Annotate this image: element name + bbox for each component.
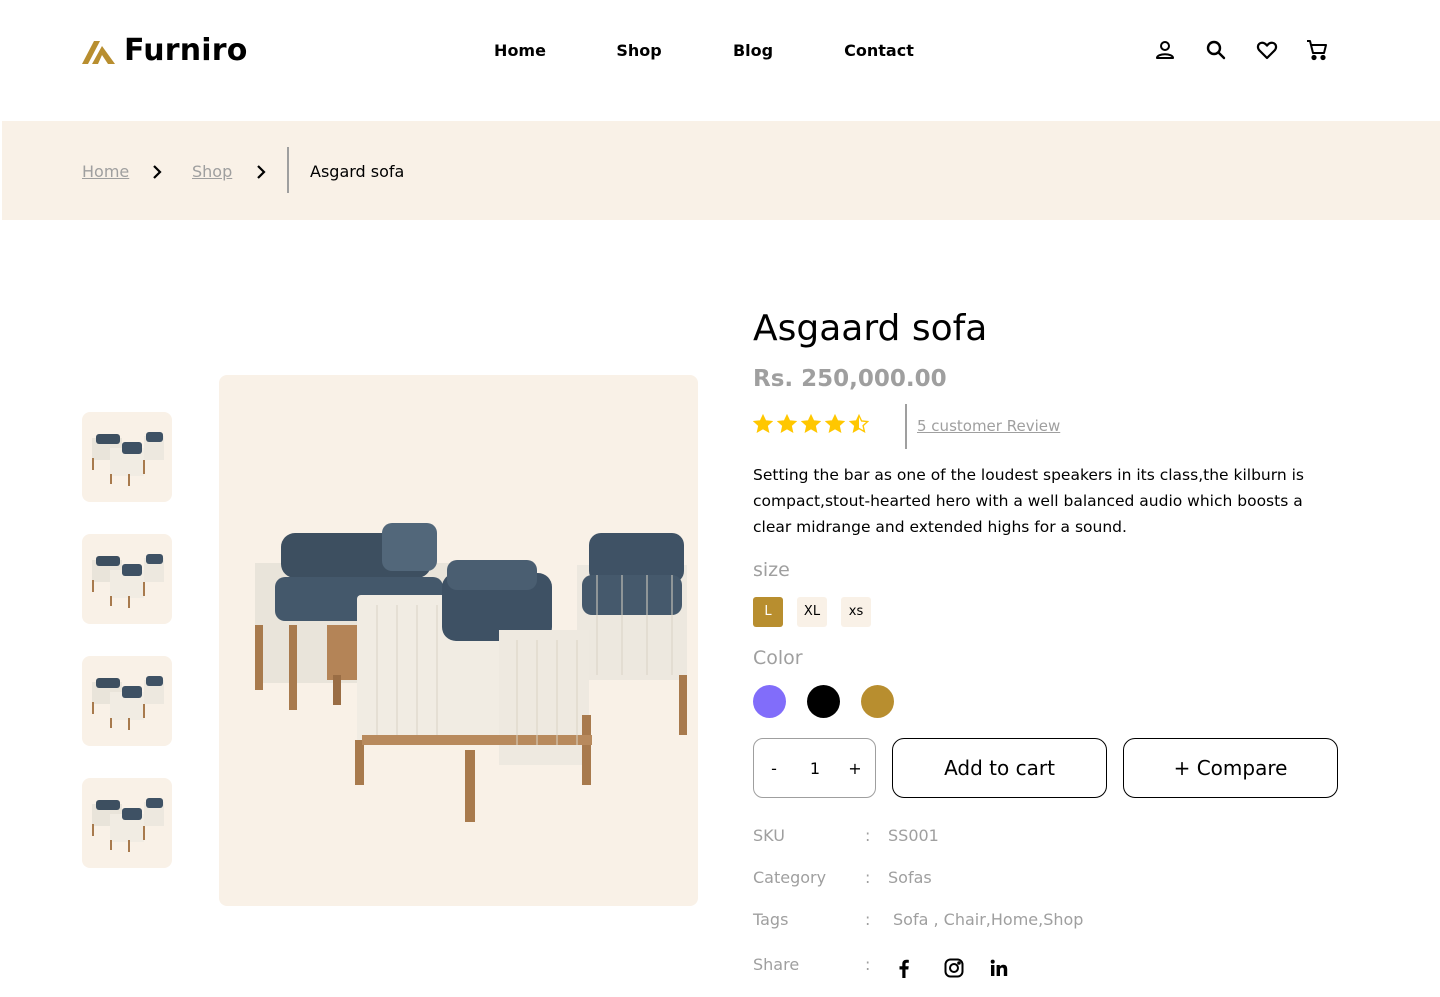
meta-tags-value: Sofa , Chair,Home,Shop: [893, 910, 1084, 929]
star-full-icon: [801, 414, 821, 433]
linkedin-icon[interactable]: [988, 957, 1010, 979]
search-icon[interactable]: [1204, 38, 1228, 62]
cart-icon[interactable]: [1305, 38, 1329, 62]
star-full-icon: [753, 414, 773, 433]
sofa-thumbnail-image: [92, 554, 164, 608]
instagram-icon[interactable]: [943, 957, 965, 979]
meta-sku-label: SKU: [753, 826, 785, 845]
nav-shop[interactable]: Shop: [616, 40, 661, 62]
heart-icon[interactable]: [1255, 38, 1279, 62]
size-label: size: [753, 559, 790, 581]
product-thumbnail[interactable]: [82, 534, 172, 624]
breadcrumb-current: Asgard sofa: [310, 162, 405, 181]
size-option-l[interactable]: L: [753, 597, 783, 627]
meta-sku-value: SS001: [888, 826, 939, 845]
color-swatch-purple[interactable]: [753, 685, 786, 718]
product-description: Setting the bar as one of the loudest sp…: [753, 466, 1304, 536]
product-thumbnail[interactable]: [82, 656, 172, 746]
review-count-link[interactable]: 5 customer Review: [917, 416, 1060, 436]
quantity-decrease-button[interactable]: -: [762, 757, 786, 781]
user-icon[interactable]: [1153, 38, 1177, 62]
meta-separator: :: [865, 955, 871, 974]
product-thumbnail[interactable]: [82, 778, 172, 868]
product-title: Asgaard sofa: [753, 308, 988, 349]
meta-tags-label: Tags: [753, 910, 789, 929]
quantity-value[interactable]: 1: [800, 757, 830, 781]
chevron-right-icon: [257, 165, 266, 179]
site-header: Furniro Home Shop Blog Contact: [0, 0, 1440, 100]
quantity-stepper: - 1 +: [753, 738, 876, 798]
product-price: Rs. 250,000.00: [753, 366, 947, 392]
star-half-icon: [849, 414, 869, 433]
breadcrumb-home[interactable]: Home: [82, 161, 129, 183]
nav-contact[interactable]: Contact: [844, 40, 914, 62]
facebook-icon[interactable]: [893, 957, 915, 979]
meta-separator: :: [865, 826, 871, 845]
quantity-increase-button[interactable]: +: [843, 757, 867, 781]
meta-separator: :: [865, 910, 871, 929]
nav-blog[interactable]: Blog: [733, 40, 773, 62]
nav-home[interactable]: Home: [494, 40, 546, 62]
product-main-image: [219, 375, 698, 906]
color-label: Color: [753, 647, 803, 669]
add-to-cart-button[interactable]: Add to cart: [892, 738, 1107, 798]
meta-category-label: Category: [753, 868, 827, 887]
breadcrumb: Home Shop Asgard sofa: [2, 121, 1440, 220]
star-full-icon: [825, 414, 845, 433]
meta-share-label: Share: [753, 955, 800, 974]
sofa-thumbnail-image: [92, 798, 164, 852]
color-swatch-black[interactable]: [807, 685, 840, 718]
sofa-thumbnail-image: [92, 676, 164, 730]
compare-button[interactable]: + Compare: [1123, 738, 1338, 798]
rating-divider: [905, 404, 907, 449]
size-option-xs[interactable]: xs: [841, 597, 871, 627]
star-full-icon: [777, 414, 797, 433]
chevron-right-icon: [153, 165, 162, 179]
breadcrumb-shop[interactable]: Shop: [192, 161, 232, 183]
sofa-set-image: [255, 523, 687, 822]
star-rating: [753, 414, 869, 434]
sofa-thumbnail-image: [92, 432, 164, 486]
product-thumbnail[interactable]: [82, 412, 172, 502]
meta-separator: :: [865, 868, 871, 887]
size-option-xl[interactable]: XL: [797, 597, 827, 627]
color-swatch-gold[interactable]: [861, 685, 894, 718]
meta-category-value: Sofas: [888, 868, 932, 887]
breadcrumb-divider: [287, 147, 289, 193]
